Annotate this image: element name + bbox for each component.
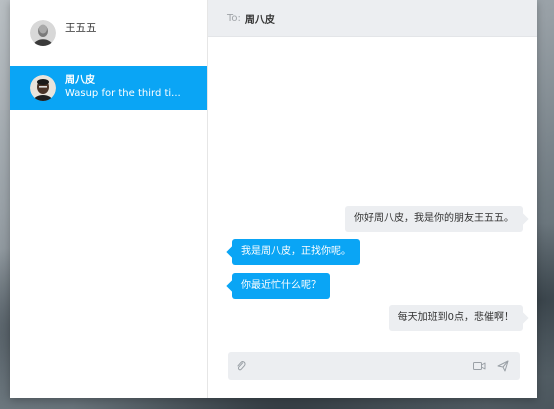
contact-preview: Wasup for the third ti... [65, 88, 181, 99]
message-bubble-incoming: 你最近忙什么呢？ [232, 273, 330, 299]
chat-panel: To: 周八皮 你好周八皮，我是你的朋友王五五。 我是周八皮，正找你呢。 你最近… [208, 0, 537, 398]
message-bubble-outgoing: 你好周八皮，我是你的朋友王五五。 [345, 206, 523, 232]
recipient-name: 周八皮 [244, 14, 275, 26]
chat-header: To: 周八皮 [208, 0, 537, 37]
message-composer [228, 352, 520, 380]
send-icon[interactable] [494, 357, 512, 375]
contact-item-zhoubapi[interactable]: 周八皮 Wasup for the third ti... [10, 66, 207, 110]
contact-sidebar: 王五五 周八皮 Wasup for the third ti... [10, 0, 208, 398]
chat-window: 王五五 周八皮 Wasup for the third ti... To: 周八… [10, 0, 537, 398]
watermark: https://blog.csdn.net/xxxlllbbb [336, 384, 510, 397]
to-label: To: [227, 12, 241, 24]
message-bubble-incoming: 我是周八皮，正找你呢。 [232, 239, 360, 265]
message-bubble-outgoing: 每天加班到0点，悲催啊！ [388, 305, 523, 331]
video-icon[interactable] [470, 357, 488, 375]
avatar [30, 75, 56, 101]
paperclip-icon[interactable] [232, 357, 250, 375]
message-input[interactable] [250, 352, 470, 380]
contact-name: 周八皮 [65, 75, 95, 86]
contact-item-wangwuwu[interactable]: 王五五 [10, 0, 207, 66]
avatar [30, 20, 56, 46]
contact-name: 王五五 [65, 22, 97, 34]
